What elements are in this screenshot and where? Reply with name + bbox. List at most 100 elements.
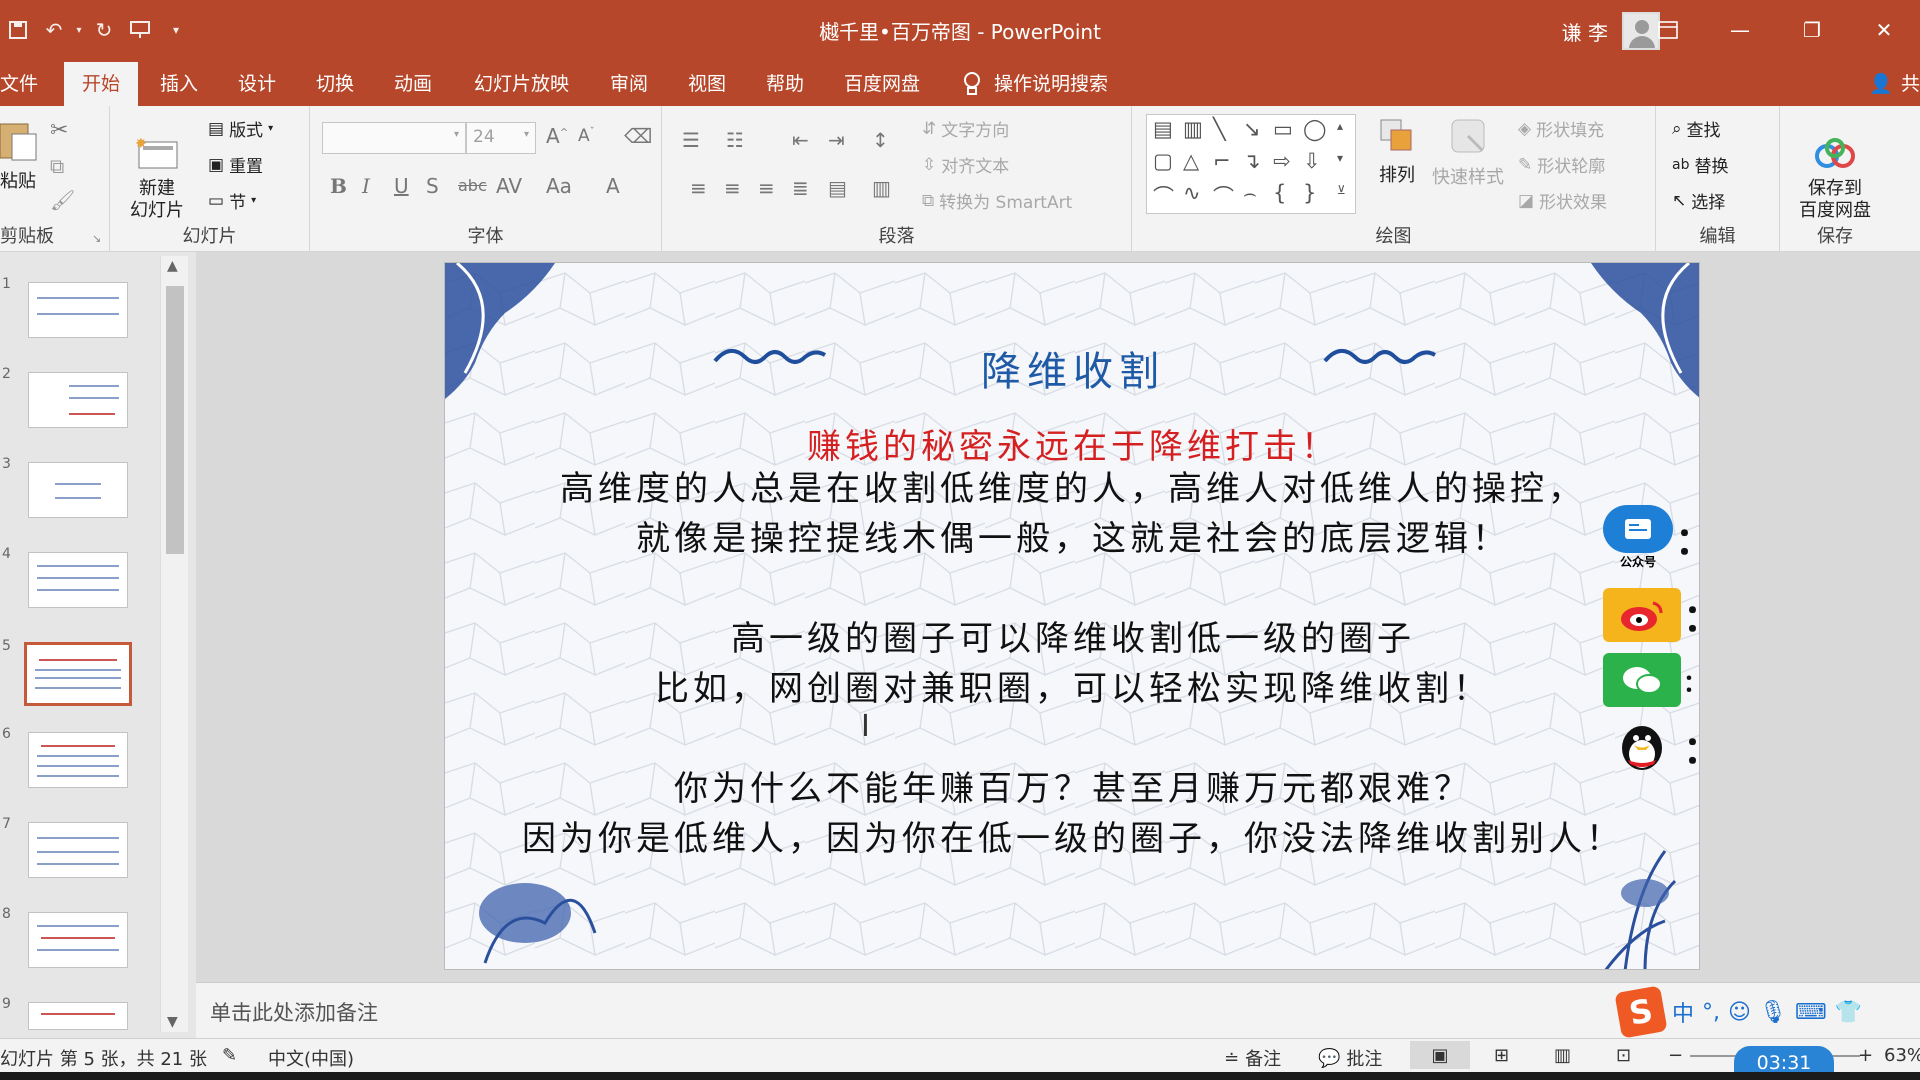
scribble-shape-icon[interactable]: ∿ (1183, 181, 1201, 205)
social-wechat[interactable]: ：228837012 (1603, 653, 1699, 707)
align-center-icon[interactable]: ≡ (724, 176, 741, 200)
align-text-button[interactable]: ⇳ 对齐文本 (922, 152, 1009, 178)
replace-button[interactable]: ab 替换 (1672, 152, 1728, 178)
microphone-icon[interactable]: 🎙 (1759, 1000, 1787, 1025)
gallery-more-icon[interactable]: ⊻ (1337, 183, 1346, 197)
tab-transitions[interactable]: 切换 (298, 62, 372, 106)
tab-insert[interactable]: 插入 (142, 62, 216, 106)
quick-styles-button[interactable]: 快速样式 (1428, 116, 1508, 189)
scroll-down-icon[interactable]: ▼ (167, 1014, 178, 1030)
find-button[interactable]: ⌕ 查找 (1672, 116, 1721, 142)
select-button[interactable]: ↖ 选择 (1672, 188, 1725, 214)
left-brace-shape-icon[interactable]: { (1273, 181, 1286, 205)
reset-button[interactable]: ▣ 重置 (208, 152, 263, 178)
underline-icon[interactable]: U (394, 174, 409, 198)
share-button[interactable]: 👤 共 (1869, 62, 1920, 106)
slide-thumbnail-1[interactable] (28, 282, 128, 338)
keyboard-icon[interactable]: ⌨ (1795, 1000, 1827, 1025)
font-color-icon[interactable]: A (606, 174, 620, 198)
slide-thumbnail-8[interactable] (28, 912, 128, 968)
slide-thumbnail-3[interactable] (28, 462, 128, 518)
align-right-icon[interactable]: ≡ (758, 176, 775, 200)
decrease-font-size-icon[interactable]: Aˇ (578, 126, 595, 146)
vertical-textbox-shape-icon[interactable]: ▥ (1183, 117, 1203, 141)
change-case-icon[interactable]: Aa (546, 174, 572, 198)
line-shape-icon[interactable]: ╲ (1213, 117, 1226, 141)
clear-formatting-icon[interactable]: ⌫ (624, 124, 652, 148)
tab-review[interactable]: 审阅 (592, 62, 666, 106)
tab-view[interactable]: 视图 (670, 62, 744, 106)
slide-sorter-view-icon[interactable]: ⊞ (1494, 1045, 1509, 1066)
italic-icon[interactable]: I (362, 174, 370, 198)
clipboard-launcher-icon[interactable]: ↘ (92, 232, 101, 245)
skin-icon[interactable]: 👕 (1835, 1000, 1862, 1025)
justify-icon[interactable]: ≣ (792, 176, 809, 200)
text-shadow-icon[interactable]: S (426, 174, 439, 198)
social-official-account[interactable]: 公众号 ：樾千里 (1603, 505, 1699, 570)
section-button[interactable]: ▭ 节 ▾ (208, 188, 256, 214)
text-direction-button[interactable]: ⇵ 文字方向 (922, 116, 1009, 142)
close-icon[interactable]: ✕ (1848, 8, 1920, 52)
tab-help[interactable]: 帮助 (748, 62, 822, 106)
social-weibo[interactable]: ：同 上 (1603, 587, 1699, 642)
arrow-line-shape-icon[interactable]: ↘ (1243, 117, 1261, 141)
shape-fill-button[interactable]: ◈ 形状填充 (1518, 116, 1604, 142)
bold-icon[interactable]: B (330, 174, 347, 198)
elbow-connector-shape-icon[interactable]: ⌐ (1213, 149, 1231, 173)
strikethrough-icon[interactable]: abc (458, 176, 487, 195)
zoom-out-icon[interactable]: − (1668, 1045, 1683, 1066)
tell-me-search[interactable]: 操作说明搜索 (962, 62, 1108, 106)
font-family-combo[interactable]: ▾ (322, 122, 466, 154)
rectangle-shape-icon[interactable]: ▭ (1273, 117, 1293, 141)
emoji-icon[interactable]: ☺ (1728, 1000, 1751, 1025)
slideshow-view-icon[interactable]: ⊡ (1616, 1045, 1631, 1066)
thumbnails-scrollbar[interactable]: ▲ ▼ (160, 256, 188, 1032)
format-painter-icon[interactable]: 🖌 (50, 188, 75, 212)
spell-check-icon[interactable]: ✎ (222, 1045, 237, 1066)
slide-thumbnail-6[interactable] (28, 732, 128, 788)
tab-design[interactable]: 设计 (220, 62, 294, 106)
slide-body-line[interactable]: 比如，网创圈对兼职圈，可以轻松实现降维收割！ (445, 661, 1699, 710)
slide-body-line[interactable]: 你为什么不能年赚百万？甚至月赚万元都艰难？ (445, 761, 1699, 810)
gallery-scroll-down-icon[interactable]: ▾ (1337, 151, 1343, 165)
ime-mode-toggle[interactable]: 中 (1672, 996, 1694, 1028)
sogou-ime-toolbar[interactable]: S 中 °, ☺ 🎙 ⌨ 👕 (1614, 985, 1920, 1039)
shape-outline-button[interactable]: ✎ 形状轮廓 (1518, 152, 1605, 178)
tab-home[interactable]: 开始 (64, 62, 139, 106)
zoom-level[interactable]: 63% (1884, 1045, 1920, 1066)
increase-indent-icon[interactable]: ⇥ (828, 128, 845, 152)
align-left-icon[interactable]: ≡ (690, 176, 707, 200)
line-spacing-icon[interactable]: ↕ (872, 128, 889, 152)
convert-smartart-button[interactable]: ⧉ 转换为 SmartArt (922, 188, 1072, 214)
gallery-scroll-up-icon[interactable]: ▴ (1337, 119, 1343, 133)
cut-icon[interactable]: ✂ (50, 118, 68, 143)
tab-file[interactable]: 文件 (0, 62, 56, 106)
elbow-arrow-shape-icon[interactable]: ↴ (1243, 149, 1261, 173)
columns-icon[interactable]: ▥ (872, 176, 891, 200)
slide-thumbnail-5[interactable] (24, 642, 132, 706)
slide-title[interactable]: 降维收割 (445, 339, 1699, 397)
minimize-icon[interactable]: — (1704, 8, 1776, 52)
decrease-indent-icon[interactable]: ⇤ (792, 128, 809, 152)
slide-thumbnail-9[interactable] (28, 1002, 128, 1030)
sogou-logo-icon[interactable]: S (1614, 985, 1668, 1039)
ribbon-display-options-icon[interactable] (1632, 8, 1704, 52)
social-qq[interactable]: ：同 上 (1603, 719, 1699, 774)
copy-icon[interactable]: ⧉ (50, 154, 64, 178)
notes-toggle-button[interactable]: ≐ 备注 (1224, 1045, 1281, 1071)
down-arrow-shape-icon[interactable]: ⇩ (1303, 149, 1321, 173)
oval-shape-icon[interactable]: ◯ (1303, 117, 1327, 141)
bullets-icon[interactable]: ☰ (682, 128, 700, 152)
paste-button[interactable]: 粘贴 (0, 118, 40, 193)
layout-button[interactable]: ▤ 版式 ▾ (208, 116, 273, 142)
tab-baidu-netdisk[interactable]: 百度网盘 (826, 62, 938, 106)
slide-body-line[interactable]: 高维度的人总是在收割低维度的人，高维人对低维人的操控， (445, 461, 1699, 510)
zoom-in-icon[interactable]: + (1858, 1045, 1873, 1066)
numbering-icon[interactable]: ☷ (726, 128, 744, 152)
comments-toggle-button[interactable]: 💬 批注 (1318, 1045, 1382, 1071)
distributed-icon[interactable]: ▤ (828, 176, 847, 200)
font-size-combo[interactable]: 24 ▾ (466, 122, 536, 154)
freeform-shape-icon[interactable]: ⌒ (1153, 181, 1174, 211)
slide-body-line[interactable]: 就像是操控提线木偶一般，这就是社会的底层逻辑！ (445, 511, 1699, 560)
arrange-button[interactable]: 排列 (1370, 116, 1424, 187)
